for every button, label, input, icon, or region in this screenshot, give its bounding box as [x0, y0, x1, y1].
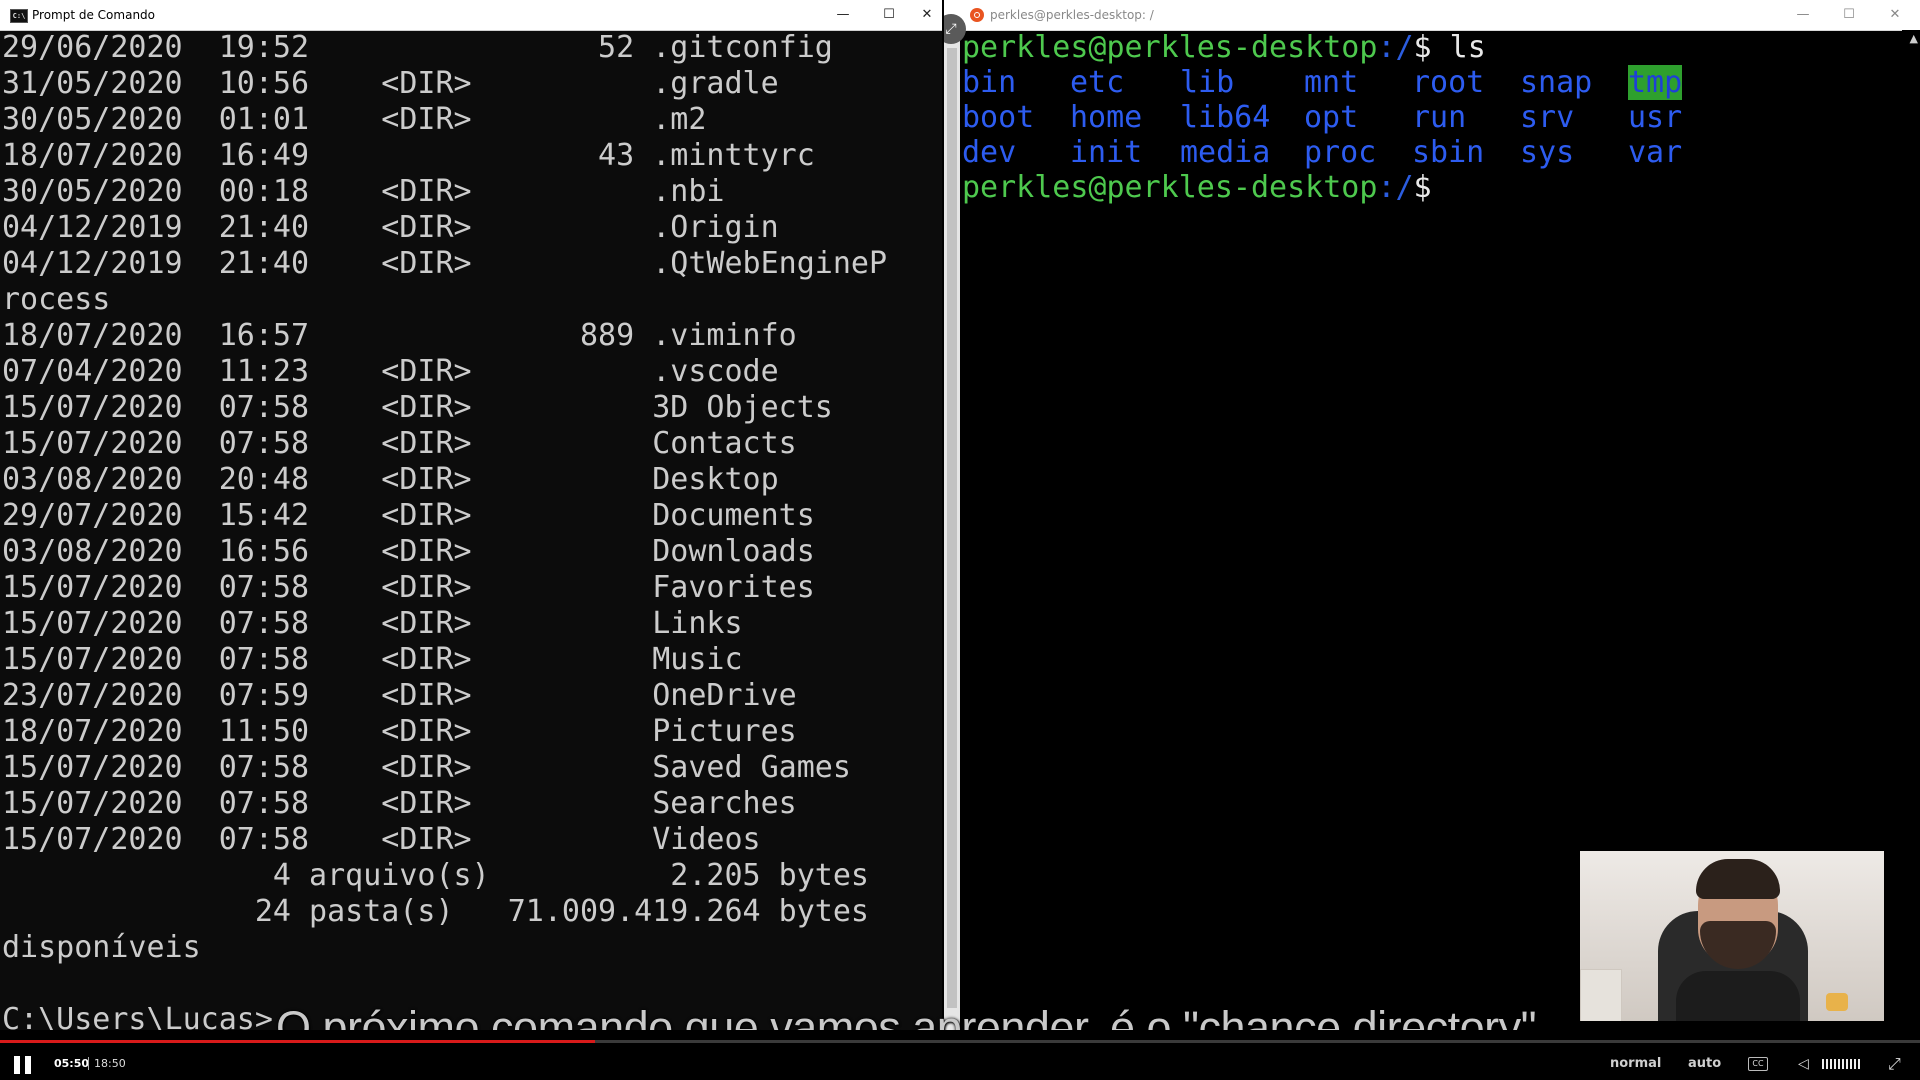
- scroll-thumb[interactable]: [947, 48, 957, 1008]
- cmd-line: 07/04/2020 11:23 <DIR> .vscode: [2, 354, 779, 389]
- cmd-line: 15/07/2020 07:58 <DIR> Music: [2, 642, 743, 677]
- scroll-up-arrow-icon[interactable]: ▲: [1910, 32, 1918, 45]
- cmd-line: 29/06/2020 19:52 52 .gitconfig: [2, 30, 833, 65]
- prompt-command: ls: [1431, 30, 1486, 65]
- cmd-window[interactable]: C:\ Prompt de Comando — ☐ ✕ 29/06/2020 1…: [0, 0, 942, 1030]
- quality-button[interactable]: auto: [1688, 1056, 1721, 1071]
- ls-entry-sys: sys: [1520, 135, 1575, 170]
- ls-entry-proc: proc: [1304, 135, 1377, 170]
- cmd-line: 03/08/2020 16:56 <DIR> Downloads: [2, 534, 815, 569]
- ls-entry-bin: bin: [962, 65, 1017, 100]
- prompt-path: :/: [1377, 170, 1414, 205]
- cmd-line: 18/07/2020 16:57 889 .viminfo: [2, 318, 797, 353]
- cmd-line: 15/07/2020 07:58 <DIR> Favorites: [2, 570, 815, 605]
- progress-bar[interactable]: [0, 1040, 1920, 1043]
- ls-entry-usr: usr: [1628, 100, 1683, 135]
- cmd-line: 31/05/2020 10:56 <DIR> .gradle: [2, 66, 779, 101]
- prompt-symbol: $: [1413, 30, 1432, 65]
- cmd-line: 15/07/2020 07:58 <DIR> Saved Games: [2, 750, 851, 785]
- ls-entry-run: run: [1412, 100, 1467, 135]
- volume-slider[interactable]: [1822, 1059, 1862, 1069]
- terminal-minimize-button[interactable]: —: [1780, 0, 1826, 30]
- minimize-button[interactable]: —: [820, 0, 866, 30]
- cmd-line: 18/07/2020 16:49 43 .minttyrc: [2, 138, 815, 173]
- ls-entry-lib64: lib64: [1180, 100, 1271, 135]
- cmd-window-title: Prompt de Comando: [32, 8, 156, 22]
- cmd-output[interactable]: 29/06/2020 19:52 52 .gitconfig 31/05/2020…: [0, 30, 940, 1030]
- progress-fill: [0, 1040, 596, 1043]
- current-time: 05:50: [54, 1057, 90, 1070]
- prompt-line-active[interactable]: perkles@perkles-desktop:/$: [962, 170, 1432, 205]
- ls-entry-var: var: [1628, 135, 1683, 170]
- cmd-line: 15/07/2020 07:58 <DIR> Contacts: [2, 426, 797, 461]
- cmd-line: 15/07/2020 07:58 <DIR> Videos: [2, 822, 761, 857]
- close-button[interactable]: ✕: [912, 0, 942, 30]
- cmd-line: 04/12/2019 21:40 <DIR> .Origin: [2, 210, 779, 245]
- ls-entry-opt: opt: [1304, 100, 1359, 135]
- cmd-line: 04/12/2019 21:40 <DIR> .QtWebEngineP: [2, 246, 888, 281]
- volume-icon[interactable]: ◁: [1798, 1056, 1809, 1072]
- cmd-line: 03/08/2020 20:48 <DIR> Desktop: [2, 462, 779, 497]
- prompt-path: :/: [1377, 30, 1414, 65]
- cmd-app-icon: C:\: [10, 9, 28, 23]
- terminal-maximize-button[interactable]: ☐: [1826, 0, 1872, 30]
- terminal-window-title: perkles@perkles-desktop: /: [990, 8, 1154, 22]
- maximize-button[interactable]: ☐: [866, 0, 912, 30]
- ls-entry-dev: dev: [962, 135, 1017, 170]
- cmd-titlebar[interactable]: C:\ Prompt de Comando — ☐ ✕: [0, 0, 942, 31]
- cmd-line: 29/07/2020 15:42 <DIR> Documents: [2, 498, 815, 533]
- prompt-user: perkles@perkles-desktop: [962, 170, 1378, 205]
- ubuntu-icon: [970, 8, 984, 22]
- speed-button[interactable]: normal: [1610, 1056, 1661, 1071]
- cmd-line: 15/07/2020 07:58 <DIR> Searches: [2, 786, 797, 821]
- cmd-line: 30/05/2020 00:18 <DIR> .nbi: [2, 174, 725, 209]
- terminal-close-button[interactable]: ✕: [1872, 0, 1918, 30]
- cmd-line: 30/05/2020 01:01 <DIR> .m2: [2, 102, 707, 137]
- cmd-line: 15/07/2020 07:58 <DIR> 3D Objects: [2, 390, 833, 425]
- ls-entry-init: init: [1070, 135, 1143, 170]
- ls-entry-mnt: mnt: [1304, 65, 1359, 100]
- ls-entry-srv: srv: [1520, 100, 1575, 135]
- video-player-controls[interactable]: 05:50 18:50 normal auto CC ◁ ⤢: [0, 1030, 1920, 1080]
- ls-entry-tmp: tmp: [1628, 65, 1683, 100]
- cmd-line: rocess: [2, 282, 111, 317]
- ls-entry-lib: lib: [1180, 65, 1235, 100]
- ls-entry-root: root: [1412, 65, 1485, 100]
- cmd-line: C:\Users\Lucas>: [2, 1002, 273, 1030]
- cmd-line: 18/07/2020 11:50 <DIR> Pictures: [2, 714, 797, 749]
- webcam-overlay: [1580, 851, 1884, 1021]
- ls-entry-snap: snap: [1520, 65, 1593, 100]
- ls-entry-home: home: [1070, 100, 1143, 135]
- fullscreen-icon[interactable]: ⤢: [1888, 1054, 1901, 1074]
- ls-entry-boot: boot: [962, 100, 1035, 135]
- ls-entry-media: media: [1180, 135, 1271, 170]
- left-scrollbar[interactable]: ▲: [944, 30, 960, 1030]
- ls-entry-etc: etc: [1070, 65, 1125, 100]
- cc-icon[interactable]: CC: [1748, 1057, 1768, 1071]
- prompt-user: perkles@perkles-desktop: [962, 30, 1378, 65]
- cmd-line: 23/07/2020 07:59 <DIR> OneDrive: [2, 678, 797, 713]
- cmd-line: disponíveis: [2, 930, 201, 965]
- total-time: 18:50: [94, 1057, 126, 1070]
- prompt-line: perkles@perkles-desktop:/$ ls: [962, 30, 1486, 65]
- right-scrollbar[interactable]: ▲: [1902, 30, 1920, 1030]
- terminal-titlebar[interactable]: perkles@perkles-desktop: / — ☐ ✕: [944, 0, 1920, 31]
- cmd-line: 4 arquivo(s) 2.205 bytes: [2, 858, 869, 893]
- pause-icon[interactable]: [14, 1056, 34, 1074]
- cmd-line: 24 pasta(s) 71.009.419.264 bytes: [2, 894, 869, 929]
- cmd-line: 15/07/2020 07:58 <DIR> Links: [2, 606, 743, 641]
- ls-entry-sbin: sbin: [1412, 135, 1485, 170]
- prompt-symbol: $: [1413, 170, 1432, 205]
